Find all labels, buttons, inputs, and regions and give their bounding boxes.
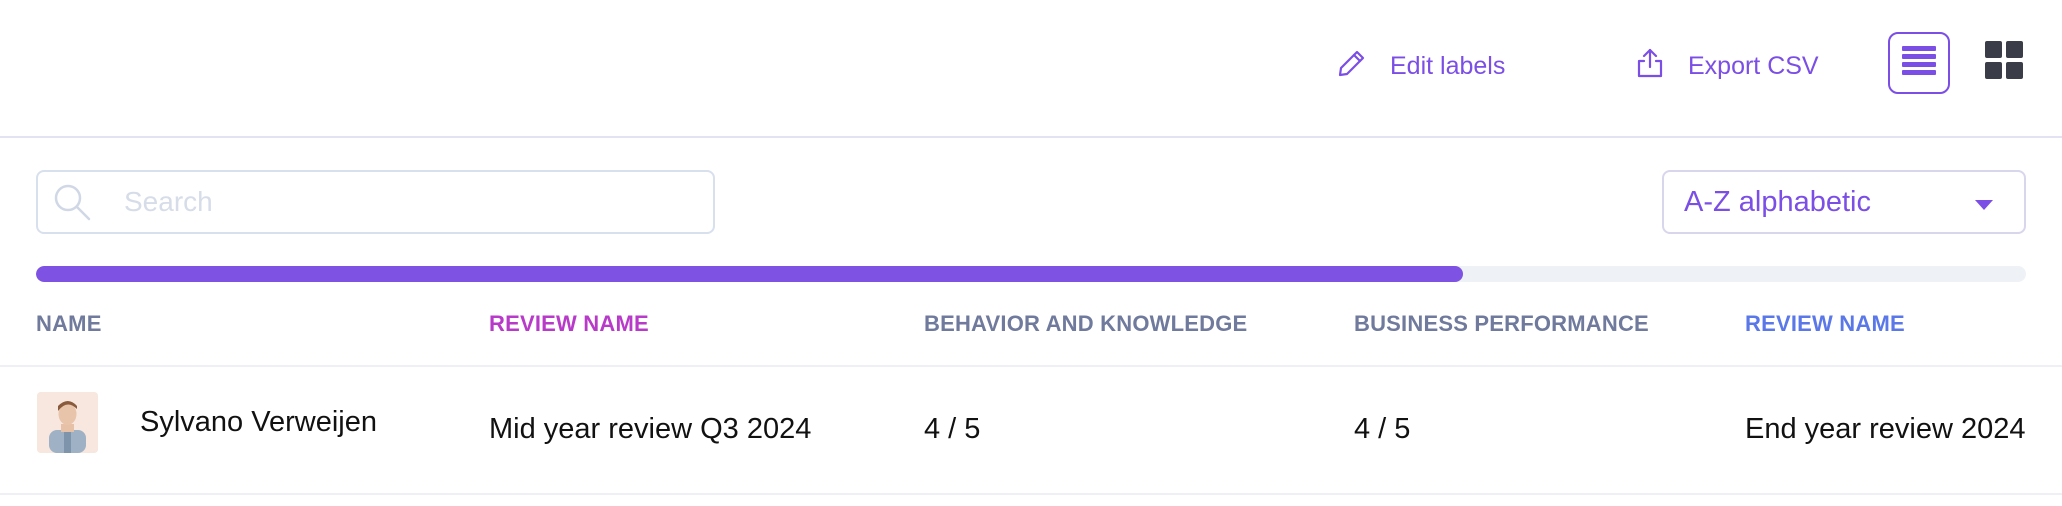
list-view-toggle[interactable] (1888, 32, 1950, 94)
sort-selected-label: A-Z alphabetic (1684, 185, 1871, 218)
progress-bar (36, 266, 2026, 282)
row-divider (0, 493, 2062, 495)
row-review-name: Mid year review Q3 2024 (489, 413, 812, 445)
export-csv-button[interactable]: Export CSV (1634, 47, 1819, 86)
column-header-name[interactable]: NAME (36, 311, 102, 337)
avatar (37, 392, 98, 453)
column-header-review-name[interactable]: REVIEW NAME (489, 311, 649, 337)
grid-view-toggle[interactable] (1978, 36, 2030, 88)
sort-select[interactable]: A-Z alphabetic (1662, 170, 2026, 234)
header-divider (0, 365, 2062, 367)
caret-down-icon (1974, 186, 1994, 219)
row-behavior-and-knowledge: 4 / 5 (924, 413, 981, 445)
edit-labels-label: Edit labels (1390, 52, 1506, 80)
row-name: Sylvano Verweijen (140, 406, 377, 438)
search-icon (52, 182, 92, 222)
column-header-behavior-and-knowledge[interactable]: BEHAVIOR AND KNOWLEDGE (924, 311, 1247, 337)
share-upload-icon (1634, 47, 1666, 86)
pencil-icon (1336, 47, 1368, 86)
column-header-review-name-2[interactable]: REVIEW NAME (1745, 311, 1905, 337)
row-business-performance: 4 / 5 (1354, 413, 1411, 445)
progress-fill (36, 266, 1463, 282)
search-box[interactable] (36, 170, 715, 234)
column-header-business-performance[interactable]: BUSINESS PERFORMANCE (1354, 311, 1649, 337)
edit-labels-button[interactable]: Edit labels (1336, 47, 1505, 86)
search-input[interactable] (122, 185, 686, 219)
row-review-name-2: End year review 2024 (1745, 413, 2026, 445)
list-icon (1901, 43, 1937, 84)
export-csv-label: Export CSV (1688, 52, 1819, 80)
grid-icon (1985, 40, 2023, 84)
toolbar-divider (0, 136, 2062, 138)
